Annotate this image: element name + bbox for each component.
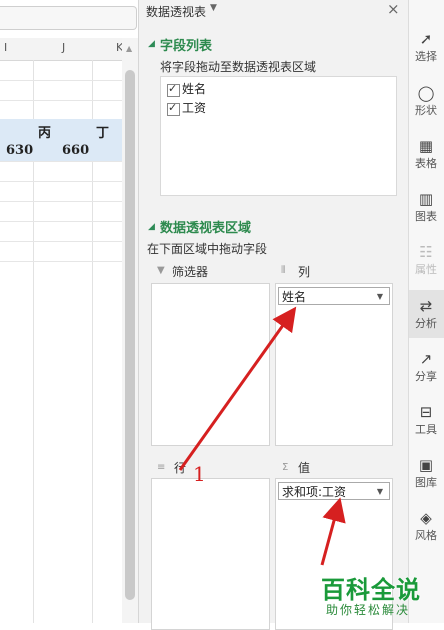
- grid-line: [0, 241, 122, 242]
- areas-hint: 在下面区域中拖动字段: [147, 242, 268, 256]
- field-label-salary[interactable]: 工资: [182, 99, 206, 116]
- grid-line: [0, 100, 122, 101]
- watermark: 百科全说 助你轻松解决: [318, 570, 438, 620]
- dropdown-caret-icon[interactable]: ▼: [377, 288, 383, 306]
- tool-toolbox[interactable]: ⊟ 工具: [408, 403, 444, 437]
- tool-label: 工具: [415, 423, 437, 436]
- tool-label: 图库: [415, 476, 437, 489]
- tool-select[interactable]: ➚ 选择: [408, 30, 444, 64]
- tool-share[interactable]: ↗ 分享: [408, 350, 444, 384]
- row-area-icon: ≡: [157, 462, 166, 473]
- analysis-icon: ⇄: [419, 297, 433, 315]
- cell-630[interactable]: 630: [6, 143, 33, 158]
- grid-line: [0, 221, 122, 222]
- spreadsheet-area[interactable]: I J K 丙 丁 630 660: [0, 0, 138, 623]
- grid-line: [0, 261, 122, 262]
- tool-properties[interactable]: ☷ 属性: [408, 243, 444, 277]
- selected-value-row[interactable]: 630 660: [0, 141, 122, 161]
- tool-label: 分析: [415, 317, 437, 330]
- value-area-label: 值: [298, 461, 311, 475]
- tool-label: 风格: [415, 529, 437, 542]
- selected-header-row[interactable]: 丙 丁: [0, 119, 122, 141]
- pane-title: 数据透视表: [146, 5, 207, 19]
- field-checkbox-name[interactable]: [167, 82, 180, 97]
- toolbox-icon: ⊟: [419, 403, 433, 421]
- cell-ding[interactable]: 丁: [96, 122, 109, 141]
- scrollbar-thumb[interactable]: [125, 70, 135, 600]
- tool-label: 形状: [415, 104, 437, 117]
- column-field-name[interactable]: 姓名 ▼: [278, 287, 390, 305]
- grid-line: [0, 80, 122, 81]
- row-area-label: 行: [174, 461, 187, 475]
- tool-label: 选择: [415, 50, 437, 63]
- sigma-icon: Σ: [282, 462, 289, 473]
- annotation-number: 1: [193, 462, 206, 486]
- tool-label: 图表: [415, 210, 437, 223]
- close-icon[interactable]: ×: [387, 0, 400, 18]
- column-area-label: 列: [298, 265, 311, 279]
- value-field-label: 求和项:工资: [282, 485, 347, 499]
- dropdown-caret-icon[interactable]: ▼: [377, 483, 383, 501]
- column-header-i[interactable]: I: [4, 41, 7, 54]
- tool-shape[interactable]: ◯ 形状: [408, 84, 444, 118]
- cell-bing[interactable]: 丙: [38, 122, 51, 141]
- field-list: 姓名 工资: [160, 76, 397, 196]
- areas-section-title: 数据透视表区域: [160, 221, 252, 236]
- filter-drop-area[interactable]: [151, 283, 270, 446]
- scroll-up-icon[interactable]: ▲: [126, 44, 132, 53]
- field-checkbox-salary[interactable]: [167, 101, 180, 116]
- cell-660[interactable]: 660: [62, 143, 89, 158]
- filter-area-label: 筛选器: [172, 265, 209, 279]
- column-field-label: 姓名: [282, 290, 307, 304]
- tool-label: 属性: [415, 263, 437, 276]
- properties-icon: ☷: [419, 243, 433, 261]
- tool-style[interactable]: ◈ 风格: [408, 509, 444, 543]
- table-icon: ▦: [418, 137, 434, 155]
- tool-table[interactable]: ▦ 表格: [408, 137, 444, 171]
- watermark-sub-text: 助你轻松解决: [326, 603, 411, 617]
- column-header-bar: I J K: [0, 38, 123, 61]
- collapse-triangle-icon[interactable]: ◢: [148, 222, 155, 232]
- collapse-triangle-icon[interactable]: ◢: [148, 39, 155, 49]
- shape-icon: ◯: [417, 84, 435, 102]
- tool-analysis[interactable]: ⇄ 分析: [408, 297, 444, 331]
- field-label-name[interactable]: 姓名: [182, 80, 206, 97]
- column-area-icon: ⦀: [281, 265, 286, 276]
- column-drop-area[interactable]: 姓名 ▼: [275, 283, 393, 446]
- tool-label: 分享: [415, 370, 437, 383]
- fields-hint: 将字段拖动至数据透视表区域: [160, 60, 317, 74]
- cursor-icon: ➚: [419, 30, 433, 48]
- grid-line: [0, 201, 122, 202]
- watermark-main-text: 百科全说: [321, 576, 421, 604]
- tool-chart[interactable]: ▥ 图表: [408, 190, 444, 224]
- grid-line: [0, 161, 122, 162]
- gallery-icon: ▣: [418, 456, 434, 474]
- tool-label: 表格: [415, 157, 437, 170]
- fields-section-title: 字段列表: [160, 39, 213, 54]
- value-field-salary-sum[interactable]: 求和项:工资 ▼: [278, 482, 390, 500]
- formula-bar[interactable]: [0, 6, 137, 30]
- toolbar-top-strip: [408, 0, 444, 18]
- row-drop-area[interactable]: [151, 478, 270, 630]
- pane-menu-caret-icon[interactable]: ▼: [210, 3, 217, 13]
- grid-line: [0, 181, 122, 182]
- chart-icon: ▥: [418, 190, 434, 208]
- tool-gallery[interactable]: ▣ 图库: [408, 456, 444, 490]
- share-icon: ↗: [419, 350, 433, 368]
- column-header-j[interactable]: J: [62, 41, 65, 54]
- style-icon: ◈: [420, 509, 432, 527]
- filter-icon: ▼: [157, 265, 165, 276]
